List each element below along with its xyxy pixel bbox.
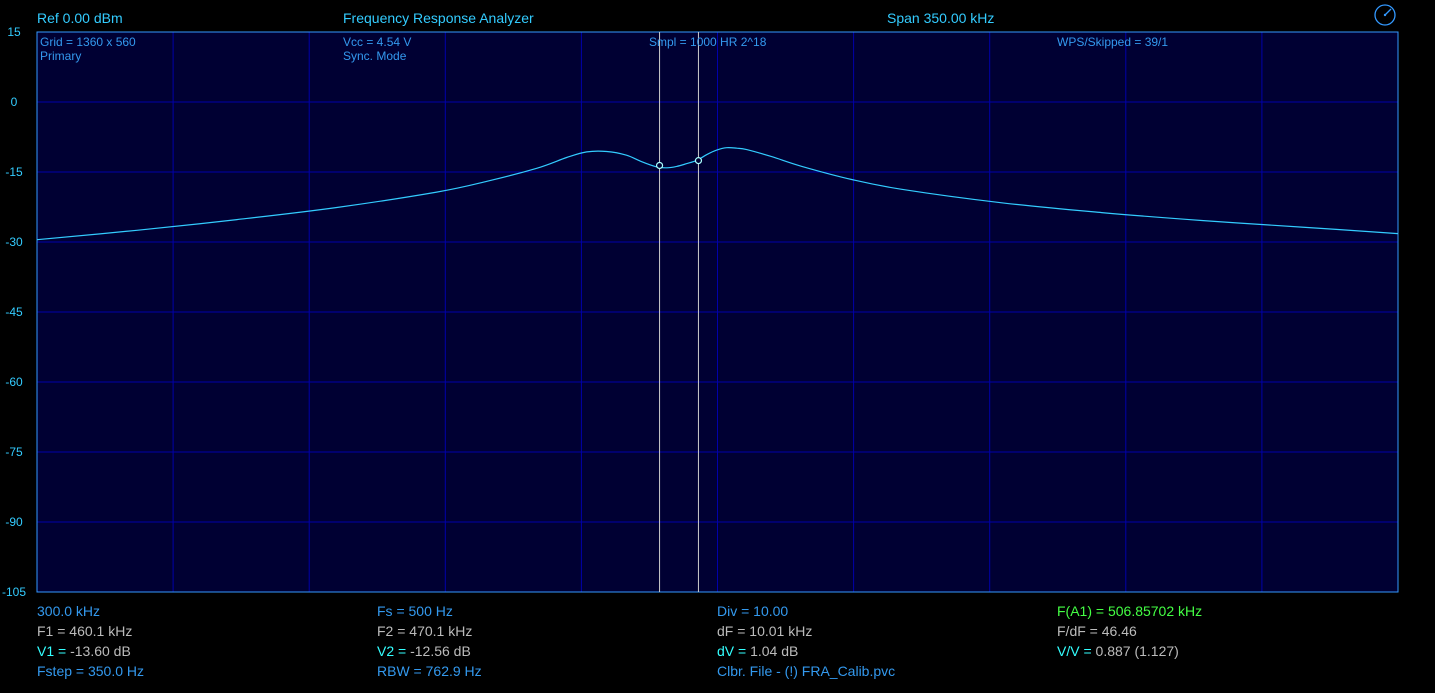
marker-v1-readout: V1 = -13.60 dB — [37, 643, 131, 659]
analyzer-window: Ref 0.00 dBm Frequency Response Analyzer… — [0, 0, 1435, 693]
vcc-info: Vcc = 4.54 V — [343, 35, 412, 49]
marker-f2-frequency: F2 = 470.1 kHz — [377, 623, 473, 639]
y-tick-label: 15 — [7, 25, 21, 39]
marker-f1-frequency: F1 = 460.1 kHz — [37, 623, 133, 639]
y-tick-label: -15 — [5, 165, 23, 179]
sample-rate-label[interactable]: Fs = 500 Hz — [377, 603, 453, 619]
delta-voltage-readout: dV = 1.04 dB — [717, 643, 798, 659]
calibration-file-label[interactable]: Clbr. File - (!) FRA_Calib.pvc — [717, 663, 895, 679]
v1-label: V1 = — [37, 643, 71, 659]
channel-info: Primary — [40, 49, 82, 63]
wps-skipped-info: WPS/Skipped = 39/1 — [1057, 35, 1169, 49]
grid-size-info: Grid = 1360 x 560 — [40, 35, 136, 49]
marker-v2-readout: V2 = -12.56 dB — [377, 643, 471, 659]
dv-label: dV = — [717, 643, 751, 659]
y-tick-label: -45 — [5, 305, 23, 319]
y-tick-label: -90 — [5, 515, 23, 529]
frequency-a1-readout[interactable]: F(A1) = 506.85702 kHz — [1057, 603, 1202, 619]
sampling-info: Smpl = 1000 HR 2^18 — [649, 35, 767, 49]
start-frequency-label[interactable]: 300.0 kHz — [37, 603, 100, 619]
v2-label: V2 = — [377, 643, 411, 659]
y-tick-label: -75 — [5, 445, 23, 459]
y-tick-label: -30 — [5, 235, 23, 249]
marker-f1-point[interactable] — [655, 161, 664, 170]
delta-frequency-readout: dF = 10.01 kHz — [717, 623, 813, 639]
v2-value: -12.56 dB — [410, 643, 471, 659]
y-tick-label: -105 — [1, 585, 27, 599]
frequency-response-plot[interactable] — [0, 0, 1435, 600]
sync-mode-info: Sync. Mode — [343, 49, 407, 63]
voltage-ratio-readout: V/V = 0.887 (1.127) — [1057, 643, 1179, 659]
dv-value: 1.04 dB — [750, 643, 799, 659]
marker-f2-point[interactable] — [694, 157, 703, 165]
rbw-label[interactable]: RBW = 762.9 Hz — [377, 663, 482, 679]
f-over-df-readout: F/dF = 46.46 — [1057, 623, 1137, 639]
y-tick-label: -60 — [5, 375, 23, 389]
frequency-step-label[interactable]: Fstep = 350.0 Hz — [37, 663, 144, 679]
y-tick-label: 0 — [10, 95, 18, 109]
v1-value: -13.60 dB — [70, 643, 131, 659]
vv-value: 0.887 (1.127) — [1095, 643, 1179, 659]
vv-label: V/V = — [1057, 643, 1096, 659]
division-label[interactable]: Div = 10.00 — [717, 603, 788, 619]
